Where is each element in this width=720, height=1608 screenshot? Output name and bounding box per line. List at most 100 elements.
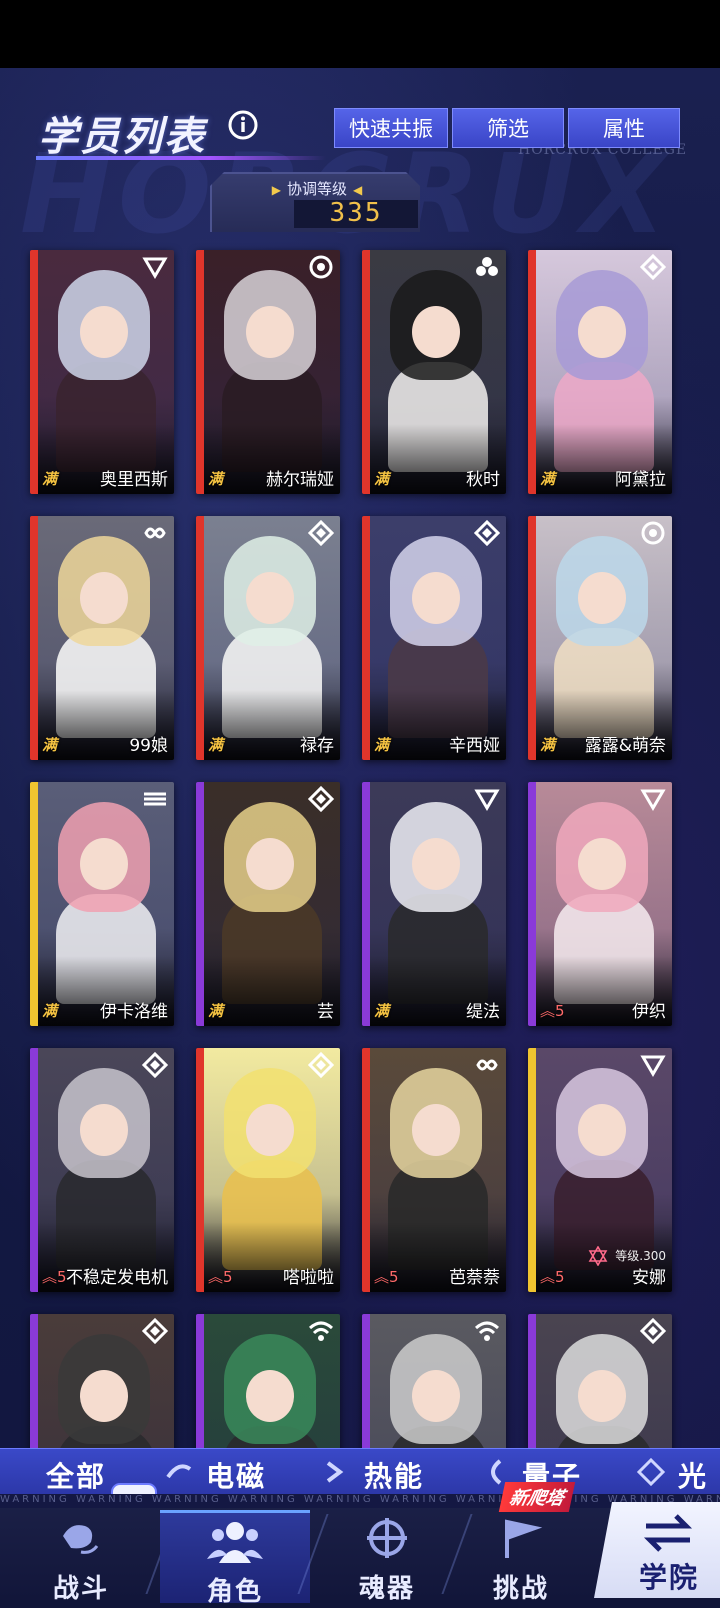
rarity-stripe xyxy=(196,250,204,494)
character-card[interactable]: 满 辛西娅 xyxy=(362,516,506,760)
character-face xyxy=(246,1104,294,1156)
thermal-icon xyxy=(326,1461,344,1483)
character-card[interactable]: 满 伊卡洛维 xyxy=(30,782,174,1026)
max-level-badge: 满 xyxy=(208,736,224,754)
arrow-right-icon: ▶ xyxy=(271,183,281,197)
tri-icon xyxy=(142,257,168,279)
character-face xyxy=(412,838,460,890)
character-card[interactable]: ︽5 伊织 xyxy=(528,782,672,1026)
diamond-icon xyxy=(142,1052,168,1078)
diamond-icon xyxy=(640,1318,666,1344)
nav-battle[interactable]: 战斗 xyxy=(6,1510,156,1604)
character-card[interactable]: 满 赫尔瑞娅 xyxy=(196,250,340,494)
rank-badge: ︽5 xyxy=(374,1268,399,1286)
rarity-stripe xyxy=(196,1048,204,1292)
max-level-badge: 满 xyxy=(374,1002,390,1020)
max-level-badge: 满 xyxy=(540,736,556,754)
info-icon[interactable] xyxy=(228,110,258,140)
character-face xyxy=(246,572,294,624)
nav-academy-label: 学院 xyxy=(638,1561,699,1594)
character-face xyxy=(80,306,128,358)
character-card[interactable]: 满 99娘 xyxy=(30,516,174,760)
character-name: 伊卡洛维 xyxy=(100,1002,168,1022)
character-card[interactable]: ︽5 不稳定发电机 xyxy=(30,1048,174,1292)
rarity-stripe xyxy=(528,516,536,760)
nav-challenge-label: 挑战 xyxy=(492,1574,549,1604)
rarity-stripe xyxy=(362,250,370,494)
level-text: 等级.300 xyxy=(615,1249,666,1263)
rarity-stripe xyxy=(528,250,536,494)
character-name: 赫尔瑞娅 xyxy=(266,470,334,490)
tri-icon xyxy=(474,789,500,811)
light-icon xyxy=(636,1457,666,1487)
character-card[interactable]: ︽5 嗒啦啦 xyxy=(196,1048,340,1292)
element-filter-bar: 全部 电磁 热能 量子 光 xyxy=(0,1448,720,1496)
max-level-badge: 满 xyxy=(208,470,224,488)
swirl-icon xyxy=(641,521,665,545)
swirl-icon xyxy=(309,255,333,279)
sync-level-value: 335 xyxy=(329,198,383,228)
character-card[interactable]: 满 露露&萌奈 xyxy=(528,516,672,760)
quick-resonance-button[interactable]: 快速共振 xyxy=(334,108,448,148)
character-name: 露露&萌奈 xyxy=(584,736,666,756)
character-face xyxy=(80,1104,128,1156)
max-level-badge: 满 xyxy=(374,470,390,488)
rank-chevron-icon: ︽ xyxy=(540,1268,556,1286)
tri-icon xyxy=(640,789,666,811)
character-face xyxy=(578,1104,626,1156)
character-name: 安娜 xyxy=(632,1268,666,1288)
nav-academy[interactable]: 学院 xyxy=(594,1502,720,1598)
page-title: 学员列表 xyxy=(38,114,206,160)
character-card[interactable]: 满 秋时 xyxy=(362,250,506,494)
rank-badge: ︽5 xyxy=(42,1268,67,1286)
filter-button[interactable]: 筛选 xyxy=(452,108,564,148)
character-name: 禄存 xyxy=(300,736,334,756)
wifi-icon xyxy=(308,1321,334,1341)
character-name: 缇法 xyxy=(466,1002,500,1022)
arrow-left-icon: ◀ xyxy=(353,183,363,197)
swap-arrows-icon xyxy=(643,1514,693,1552)
filter-all[interactable]: 全部 xyxy=(46,1455,106,1495)
character-name: 奥里西斯 xyxy=(100,470,168,490)
character-face xyxy=(246,306,294,358)
sync-level-panel: ▶ 协调等级 ◀ 335 xyxy=(210,172,420,232)
character-face xyxy=(80,572,128,624)
character-card[interactable]: 满芸 xyxy=(196,782,340,1026)
attribute-button[interactable]: 属性 xyxy=(568,108,680,148)
rarity-stripe xyxy=(30,250,38,494)
max-level-badge: 满 xyxy=(540,470,556,488)
diamond-icon xyxy=(474,520,500,546)
max-level-badge: 满 xyxy=(42,1002,58,1020)
filter-light[interactable]: 光 xyxy=(678,1455,708,1495)
character-face xyxy=(80,1370,128,1422)
diamond-icon xyxy=(142,1318,168,1344)
nav-soul-vessel[interactable]: 魂器 xyxy=(312,1510,462,1604)
character-card[interactable]: 满 禄存 xyxy=(196,516,340,760)
character-card[interactable]: 满 缇法 xyxy=(362,782,506,1026)
tri-icon xyxy=(640,1055,666,1077)
rarity-stripe xyxy=(362,516,370,760)
character-face xyxy=(412,1104,460,1156)
character-face xyxy=(80,838,128,890)
max-level-badge: 满 xyxy=(208,1002,224,1020)
character-card[interactable]: 满 阿黛拉 xyxy=(528,250,672,494)
rarity-stripe xyxy=(528,1048,536,1292)
character-name: 99娘 xyxy=(129,736,168,756)
character-card[interactable]: 满 奥里西斯 xyxy=(30,250,174,494)
nav-battle-label: 战斗 xyxy=(52,1574,109,1604)
filter-electromagnetic[interactable]: 电磁 xyxy=(206,1455,266,1495)
character-name: 伊织 xyxy=(632,1002,666,1022)
character-face xyxy=(246,838,294,890)
wave-icon xyxy=(144,792,166,806)
rarity-stripe xyxy=(30,782,38,1026)
nav-challenge[interactable]: 挑战 xyxy=(446,1510,596,1604)
rarity-stripe xyxy=(362,1048,370,1292)
character-card[interactable]: ︽5 芭萘萘 xyxy=(362,1048,506,1292)
character-name: 秋时 xyxy=(466,470,500,490)
character-card[interactable]: 等级.300 ︽5 安娜 xyxy=(528,1048,672,1292)
character-face xyxy=(578,1370,626,1422)
nav-characters[interactable]: 角色 xyxy=(160,1510,310,1607)
character-name: 芸 xyxy=(317,1002,334,1022)
filter-thermal[interactable]: 热能 xyxy=(364,1455,424,1495)
character-face xyxy=(412,1370,460,1422)
